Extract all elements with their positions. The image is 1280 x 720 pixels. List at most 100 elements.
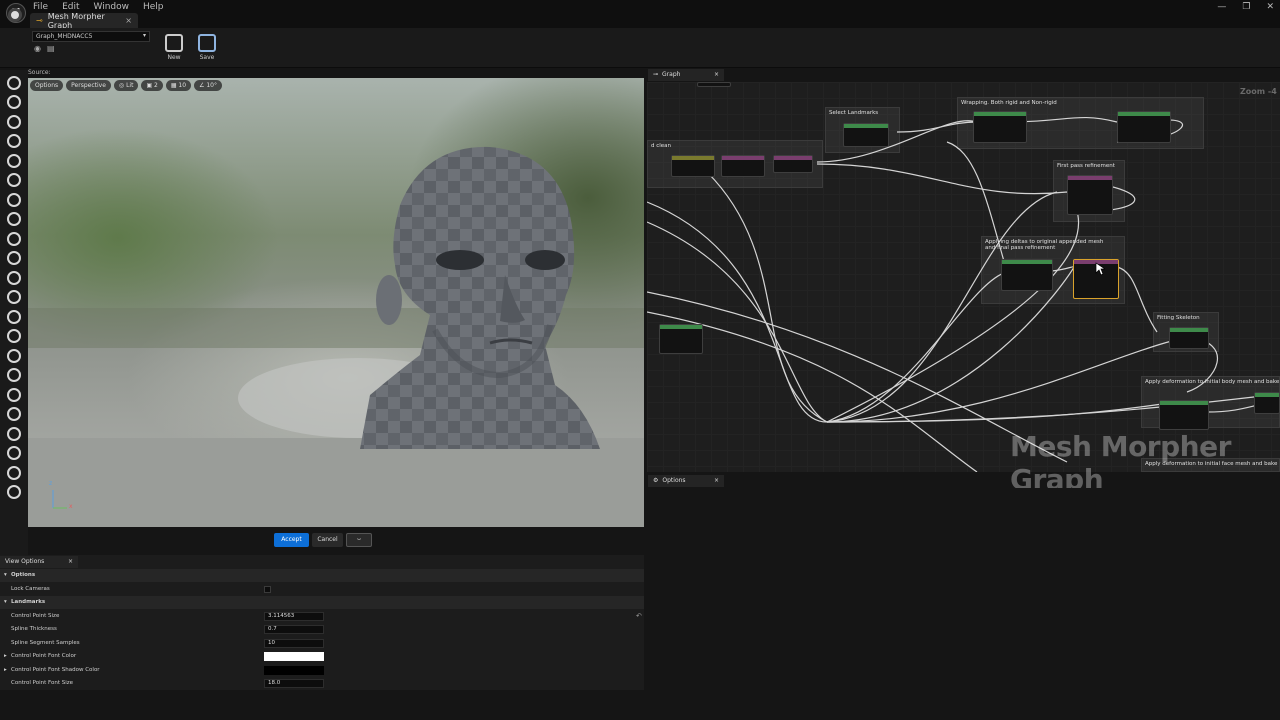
node-header bbox=[660, 325, 702, 329]
select-tool-icon[interactable] bbox=[7, 76, 21, 90]
camera-speed-button[interactable]: ▣ 2 bbox=[141, 80, 163, 91]
accept-button[interactable]: Accept bbox=[274, 533, 309, 547]
property-label: Landmarks bbox=[11, 599, 46, 605]
graph-node-rigid-fit[interactable] bbox=[973, 111, 1027, 143]
lock-cameras-checkbox[interactable] bbox=[264, 585, 271, 593]
triangle-tool-icon[interactable] bbox=[7, 388, 21, 402]
property-row: Control Point Font Size 18.0 bbox=[0, 677, 644, 690]
color-swatch[interactable] bbox=[264, 665, 324, 675]
graph-node-bake[interactable] bbox=[1254, 392, 1280, 414]
viewport-options-button[interactable]: Options bbox=[30, 80, 64, 91]
close-icon[interactable]: × bbox=[68, 558, 73, 566]
property-label: Options bbox=[11, 572, 36, 578]
globe-tool-icon[interactable] bbox=[7, 407, 21, 421]
property-value-input[interactable]: 10 bbox=[264, 638, 324, 648]
menu-window[interactable]: Window bbox=[94, 2, 130, 12]
cancel-button[interactable]: Cancel bbox=[312, 533, 343, 547]
maximize-icon[interactable]: ❐ bbox=[1242, 2, 1250, 12]
viewport-3d[interactable]: z x bbox=[28, 78, 644, 527]
pen-alt-tool-icon[interactable] bbox=[7, 173, 21, 187]
chevron-down-icon[interactable]: ▾ bbox=[4, 596, 7, 609]
document-tab[interactable]: ⊸ Mesh Morpher Graph × bbox=[30, 12, 138, 30]
select-region-tool-icon[interactable] bbox=[7, 368, 21, 382]
chevron-right-icon[interactable]: ▸ bbox=[4, 650, 7, 663]
node-header bbox=[1118, 112, 1170, 116]
property-label: Spline Thickness bbox=[11, 626, 57, 632]
graph-node-fit-skeleton[interactable] bbox=[1169, 327, 1209, 349]
category-header[interactable]: ▾ Landmarks bbox=[0, 596, 644, 609]
property-value-input[interactable]: 0.7 bbox=[264, 625, 324, 634]
options-tab[interactable]: ⚙ Options × bbox=[648, 475, 724, 487]
node-graph-canvas[interactable]: Wrapping. Both rigid and Non-rigid Selec… bbox=[647, 82, 1280, 472]
move-tool-icon[interactable] bbox=[7, 212, 21, 226]
chevron-right-icon[interactable]: ▸ bbox=[4, 664, 7, 677]
morph-tool-icon[interactable] bbox=[7, 485, 21, 499]
browse-icon[interactable]: ◉ bbox=[34, 44, 41, 53]
graph-node-apply-deltas[interactable] bbox=[1001, 259, 1053, 291]
close-icon[interactable]: × bbox=[714, 71, 719, 79]
copy-tool-icon[interactable] bbox=[7, 427, 21, 441]
settings-tool-icon[interactable] bbox=[7, 251, 21, 265]
graph-node-apply-body[interactable] bbox=[1159, 400, 1209, 430]
mesh-tool-icon[interactable] bbox=[7, 310, 21, 324]
head-mesh bbox=[360, 146, 600, 449]
graph-node[interactable] bbox=[671, 155, 715, 177]
menu-file[interactable]: File bbox=[33, 2, 48, 12]
grid-snap-value: 10 bbox=[178, 82, 187, 89]
history-tool-icon[interactable] bbox=[7, 271, 21, 285]
cube-tool-icon[interactable] bbox=[7, 329, 21, 343]
lit-mode-button[interactable]: ◎ Lit bbox=[113, 80, 139, 91]
graph-node[interactable] bbox=[697, 82, 731, 87]
dropdown-button[interactable]: ⌣ bbox=[346, 533, 372, 547]
graph-node-input[interactable] bbox=[659, 324, 703, 354]
close-window-icon[interactable]: ✕ bbox=[1266, 2, 1274, 12]
new-button-label: New bbox=[167, 54, 181, 61]
close-icon[interactable]: × bbox=[714, 477, 719, 485]
node-header bbox=[1068, 176, 1112, 180]
save-button[interactable]: Save bbox=[195, 34, 219, 61]
axis-gizmo: z x bbox=[45, 480, 85, 517]
perspective-button[interactable]: Perspective bbox=[66, 80, 111, 91]
landmark-tool-icon[interactable] bbox=[7, 95, 21, 109]
bone-tool-icon[interactable] bbox=[7, 349, 21, 363]
mask-tool-icon[interactable] bbox=[7, 290, 21, 304]
brush-tool-icon[interactable] bbox=[7, 134, 21, 148]
graph-tab[interactable]: ⊸ Graph × bbox=[648, 69, 724, 81]
menu-help[interactable]: Help bbox=[143, 2, 164, 12]
category-header[interactable]: ▾ Options bbox=[0, 569, 644, 582]
pen-tool-icon[interactable] bbox=[7, 154, 21, 168]
extra-tool-icon[interactable] bbox=[7, 466, 21, 480]
node-header bbox=[1255, 393, 1279, 397]
minimize-icon[interactable]: — bbox=[1217, 2, 1226, 12]
property-row: ▸ Control Point Font Color bbox=[0, 650, 644, 663]
graph-node[interactable] bbox=[773, 155, 813, 173]
transform-tool-icon[interactable] bbox=[7, 115, 21, 129]
menu-edit[interactable]: Edit bbox=[62, 2, 79, 12]
toolbar bbox=[0, 28, 1280, 68]
close-icon[interactable]: × bbox=[125, 16, 132, 25]
options-icon: ⚙ bbox=[653, 477, 659, 484]
graph-dropdown[interactable]: Graph_MHDNACC5 ▾ bbox=[32, 31, 150, 42]
folder-icon[interactable]: ▤ bbox=[47, 44, 55, 53]
color-swatch[interactable] bbox=[264, 652, 324, 661]
camera-icon: ▣ bbox=[146, 82, 155, 89]
graph-node-non-rigid-fit[interactable] bbox=[1117, 111, 1171, 143]
sculpt-tool-icon[interactable] bbox=[7, 193, 21, 207]
new-button[interactable]: New bbox=[162, 34, 186, 61]
chevron-down-icon[interactable]: ▾ bbox=[4, 569, 7, 582]
mode-icon[interactable] bbox=[8, 8, 22, 22]
reset-icon[interactable]: ↶ bbox=[636, 610, 642, 623]
zoom-level: Zoom -4 bbox=[1240, 87, 1277, 96]
property-label: Control Point Size bbox=[11, 612, 60, 619]
property-value-input[interactable]: 18.0 bbox=[264, 679, 324, 688]
grid-snap-button[interactable]: ▦ 10 bbox=[165, 80, 192, 91]
graph-node-sculpt-first-pass[interactable] bbox=[1067, 175, 1113, 215]
smooth-tool-icon[interactable] bbox=[7, 232, 21, 246]
mouse-cursor-icon bbox=[1095, 262, 1105, 276]
paint-tool-icon[interactable] bbox=[7, 446, 21, 460]
angle-snap-button[interactable]: ∠ 10° bbox=[194, 80, 222, 91]
graph-node[interactable] bbox=[721, 155, 765, 177]
graph-node-select-landmarks[interactable] bbox=[843, 123, 889, 147]
property-value-input[interactable]: 3.114563 bbox=[264, 611, 324, 621]
view-options-tab[interactable]: View Options × bbox=[0, 556, 78, 568]
